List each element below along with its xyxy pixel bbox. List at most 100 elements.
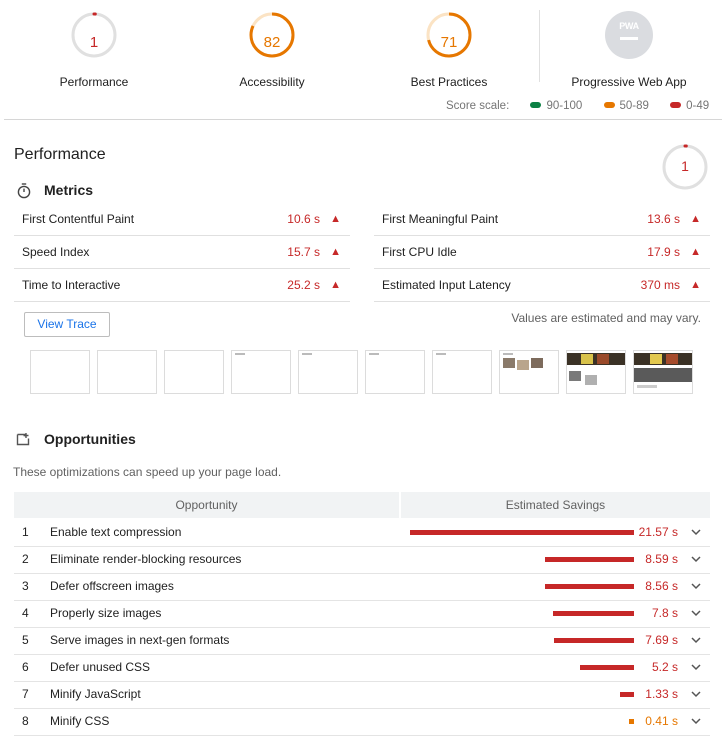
savings-value: 7.8 s <box>651 606 678 620</box>
chevron-down-icon[interactable] <box>691 637 701 644</box>
metric-value: 13.6 s <box>647 212 680 226</box>
view-trace-button[interactable]: View Trace <box>24 312 110 337</box>
opportunity-name: Enable text compression <box>50 525 182 539</box>
savings-value: 5.2 s <box>651 660 678 674</box>
metric-value: 17.9 s <box>647 245 680 259</box>
metric-tti: Time to Interactive 25.2 s ▲ <box>14 269 350 302</box>
savings-value: 21.57 s <box>638 525 678 539</box>
filmstrip-frame <box>97 350 157 394</box>
metric-speed-index: Speed Index 15.7 s ▲ <box>14 236 350 269</box>
warning-triangle-icon: ▲ <box>690 279 701 291</box>
opportunity-name: Minify CSS <box>50 714 110 728</box>
gauge-label: Progressive Web App <box>571 75 687 89</box>
gauge-score: 71 <box>440 34 458 51</box>
gauge-score: 82 <box>263 34 281 51</box>
metric-value: 10.6 s <box>287 212 320 226</box>
opportunity-row[interactable]: 6 Defer unused CSS 5.2 s <box>14 654 710 682</box>
opportunity-icon <box>16 433 30 446</box>
savings-bar <box>553 611 634 616</box>
gauge-label: Best Practices <box>410 75 488 89</box>
warning-triangle-icon: ▲ <box>690 213 701 225</box>
section-title: Performance <box>14 146 106 163</box>
metric-label: Estimated Input Latency <box>382 278 511 292</box>
scale-pass: 90-100 <box>530 100 582 112</box>
filmstrip-frame <box>365 350 425 394</box>
opportunity-name: Minify JavaScript <box>50 687 141 701</box>
opportunity-row[interactable]: 3 Defer offscreen images 8.56 s <box>14 573 710 601</box>
row-number: 8 <box>22 714 29 728</box>
warning-triangle-icon: ▲ <box>330 213 341 225</box>
metric-label: First CPU Idle <box>382 245 457 259</box>
scale-range: 90-100 <box>546 100 583 112</box>
average-dot-icon <box>603 102 615 109</box>
scale-range: 0-49 <box>686 100 710 112</box>
opportunity-row[interactable]: 2 Eliminate render-blocking resources 8.… <box>14 546 710 574</box>
score-scale: Score scale: 90-100 50-89 0-49 <box>446 100 709 112</box>
warning-triangle-icon: ▲ <box>330 246 341 258</box>
gauge-divider <box>539 10 540 82</box>
gauge-score: 1 <box>681 158 689 174</box>
pwa-icon: PWA <box>605 11 653 59</box>
opportunities-header: Opportunities <box>16 430 216 450</box>
opportunity-row[interactable]: 4 Properly size images 7.8 s <box>14 600 710 628</box>
row-number: 7 <box>22 687 29 701</box>
filmstrip-frame <box>164 350 224 394</box>
pass-dot-icon <box>530 102 542 109</box>
gauge-label: Performance <box>59 75 129 89</box>
filmstrip-frame <box>566 350 626 394</box>
metric-value: 25.2 s <box>287 278 320 292</box>
savings-bar <box>580 665 634 670</box>
chevron-down-icon[interactable] <box>691 664 701 671</box>
metric-first-cpu-idle: First CPU Idle 17.9 s ▲ <box>374 236 710 269</box>
savings-bar <box>545 584 634 589</box>
opportunity-name: Defer offscreen images <box>50 579 174 593</box>
savings-bar <box>629 719 634 724</box>
savings-bar <box>620 692 634 697</box>
savings-value: 8.59 s <box>645 552 678 566</box>
opportunity-row[interactable]: 1 Enable text compression 21.57 s <box>14 519 710 547</box>
chevron-down-icon[interactable] <box>691 610 701 617</box>
row-number: 1 <box>22 525 29 539</box>
savings-bar <box>410 530 634 535</box>
metrics-header: Metrics <box>16 181 216 201</box>
scale-fail: 0-49 <box>670 100 709 112</box>
opportunity-row[interactable]: 7 Minify JavaScript 1.33 s <box>14 681 710 709</box>
row-number: 3 <box>22 579 29 593</box>
filmstrip-frame <box>499 350 559 394</box>
metric-input-latency: Estimated Input Latency 370 ms ▲ <box>374 269 710 302</box>
opportunity-row[interactable]: 5 Serve images in next-gen formats 7.69 … <box>14 627 710 655</box>
scale-range: 50-89 <box>619 100 649 112</box>
filmstrip-frame <box>432 350 492 394</box>
savings-value: 1.33 s <box>645 687 678 701</box>
metric-label: First Meaningful Paint <box>382 212 499 226</box>
metrics-title: Metrics <box>44 182 94 198</box>
warning-triangle-icon: ▲ <box>690 246 701 258</box>
metric-value: 15.7 s <box>287 245 320 259</box>
chevron-down-icon[interactable] <box>691 718 701 725</box>
stopwatch-icon <box>17 183 31 199</box>
column-header-savings: Estimated Savings <box>401 492 710 518</box>
warning-triangle-icon: ▲ <box>330 279 341 291</box>
gauge-score: 1 <box>89 34 99 51</box>
filmstrip-frame <box>30 350 90 394</box>
estimate-note: Values are estimated and may vary. <box>511 311 701 325</box>
savings-bar <box>545 557 634 562</box>
performance-score-gauge: 1 <box>661 143 709 191</box>
chevron-down-icon[interactable] <box>691 529 701 536</box>
opportunity-name: Eliminate render-blocking resources <box>50 552 242 566</box>
scale-average: 50-89 <box>603 100 649 112</box>
pwa-dash <box>620 37 638 40</box>
row-number: 6 <box>22 660 29 674</box>
column-header-opportunity: Opportunity <box>14 492 399 518</box>
opportunity-row[interactable]: 8 Minify CSS 0.41 s <box>14 708 710 736</box>
chevron-down-icon[interactable] <box>691 583 701 590</box>
filmstrip-frame <box>298 350 358 394</box>
chevron-down-icon[interactable] <box>691 556 701 563</box>
opportunity-name: Defer unused CSS <box>50 660 151 674</box>
row-number: 5 <box>22 633 29 647</box>
metric-value: 370 ms <box>640 278 680 292</box>
savings-value: 0.41 s <box>645 714 678 728</box>
chevron-down-icon[interactable] <box>691 691 701 698</box>
metric-fcp: First Contentful Paint 10.6 s ▲ <box>14 203 350 236</box>
score-scale-label: Score scale: <box>446 100 510 112</box>
